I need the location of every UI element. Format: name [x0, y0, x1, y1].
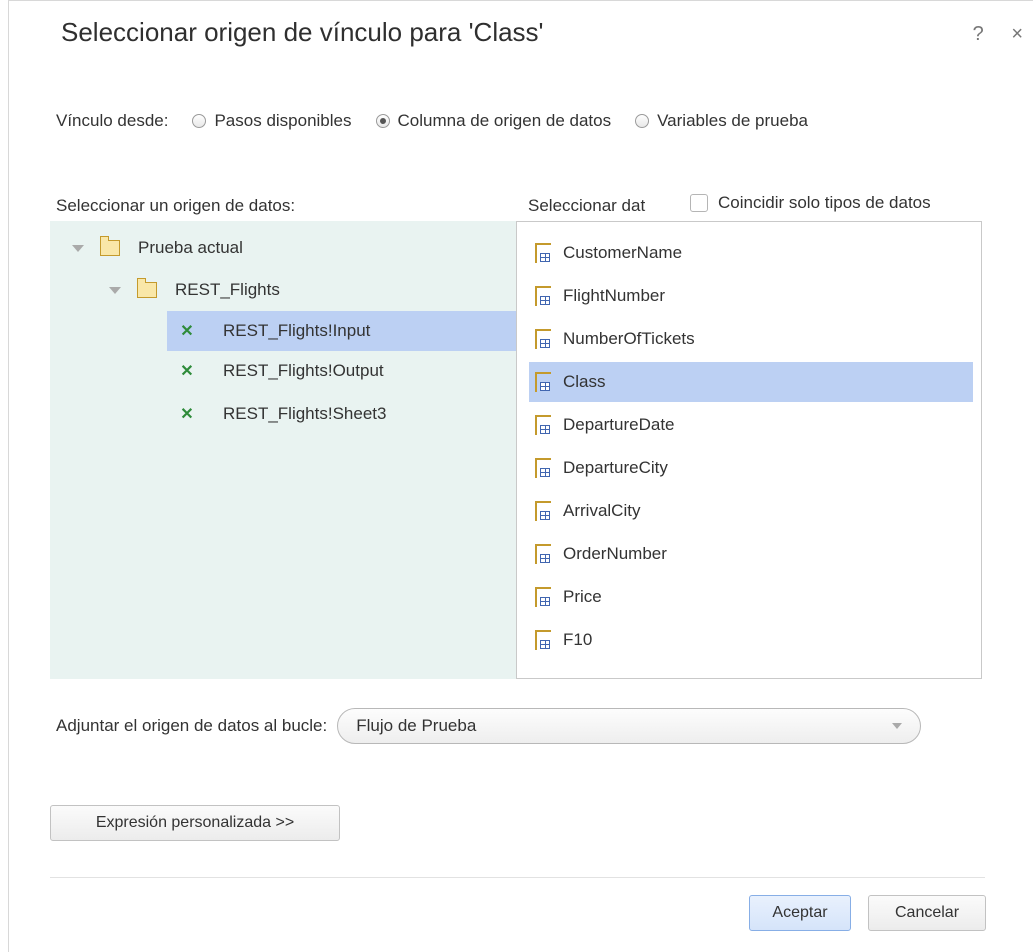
column-field-icon [535, 243, 551, 263]
field-item-departuredate[interactable]: DepartureDate [529, 405, 973, 445]
match-types-checkbox[interactable]: Coincidir solo tipos de datos [690, 193, 931, 213]
tree-item-rest-flights[interactable]: REST_Flights [109, 270, 280, 310]
radio-circle[interactable] [192, 114, 207, 128]
column-field-icon [535, 630, 551, 650]
field-item-f10[interactable]: F10 [529, 620, 973, 660]
footer-divider [50, 877, 985, 878]
radio-circle[interactable] [635, 114, 650, 128]
field-label: FlightNumber [563, 286, 666, 305]
select-data-label: Seleccionar dat [528, 196, 646, 215]
loop-select-dropdown[interactable]: Flujo de Prueba [337, 708, 922, 744]
checkbox-box[interactable] [690, 194, 708, 212]
tree-item-output-sheet[interactable]: ✕ REST_Flights!Output [179, 351, 384, 391]
attach-loop-row: Adjuntar el origen de datos al bucle: Fl… [56, 708, 922, 744]
column-field-icon [535, 458, 551, 478]
tree-item-label: REST_Flights!Input [223, 321, 371, 340]
loop-select-value: Flujo de Prueba [356, 716, 477, 735]
column-field-icon [535, 329, 551, 349]
select-datasource-label: Seleccionar un origen de datos: [56, 196, 296, 215]
tree-item-sheet3[interactable]: ✕ REST_Flights!Sheet3 [179, 394, 386, 434]
field-label: F10 [563, 630, 593, 649]
column-field-icon [535, 587, 551, 607]
custom-expression-button[interactable]: Expresión personalizada >> [50, 805, 340, 841]
field-item-departurecity[interactable]: DepartureCity [529, 448, 973, 488]
dialog-title: Seleccionar origen de vínculo para 'Clas… [61, 17, 544, 47]
tree-item-label: REST_Flights!Output [223, 361, 384, 380]
field-item-ordernumber[interactable]: OrderNumber [529, 534, 973, 574]
excel-sheet-icon: ✕ [180, 323, 194, 340]
cancel-button[interactable]: Cancelar [868, 895, 986, 931]
title-actions: ? × [951, 23, 1023, 46]
field-item-numberoftickets[interactable]: NumberOfTickets [529, 319, 973, 359]
field-label: Price [563, 587, 602, 606]
tree-item-label: Prueba actual [138, 238, 243, 257]
column-field-icon [535, 501, 551, 521]
excel-sheet-icon: ✕ [180, 406, 194, 423]
tree-item-current-test[interactable]: Prueba actual [72, 228, 243, 268]
close-button[interactable]: × [1011, 23, 1023, 45]
ok-button[interactable]: Aceptar [749, 895, 851, 931]
datasource-tree: Prueba actual REST_Flights ✕ REST_Flight… [50, 221, 516, 679]
field-label: DepartureDate [563, 415, 675, 434]
folder-icon [100, 236, 120, 256]
match-types-label: Coincidir solo tipos de datos [718, 193, 931, 212]
field-item-customername[interactable]: CustomerName [529, 233, 973, 273]
tree-item-input-sheet[interactable]: ✕ REST_Flights!Input [167, 311, 516, 351]
radio-test-variables[interactable]: Variables de prueba [635, 111, 808, 131]
field-item-price[interactable]: Price [529, 577, 973, 617]
tree-item-label: REST_Flights!Sheet3 [223, 404, 387, 423]
field-item-flightnumber[interactable]: FlightNumber [529, 276, 973, 316]
field-label: CustomerName [563, 243, 683, 262]
tree-item-label: REST_Flights [175, 280, 280, 299]
radio-datasource-column[interactable]: Columna de origen de datos [375, 111, 612, 131]
column-field-icon [535, 544, 551, 564]
expand-arrow-icon[interactable] [72, 244, 84, 252]
help-button[interactable]: ? [973, 23, 984, 45]
excel-sheet-icon: ✕ [180, 363, 194, 380]
radio-circle-selected[interactable] [375, 114, 390, 128]
radio-available-steps[interactable]: Pasos disponibles [192, 111, 352, 131]
radio-label: Pasos disponibles [214, 111, 352, 130]
field-label: Class [563, 372, 606, 391]
column-field-icon [535, 415, 551, 435]
radio-label: Variables de prueba [657, 111, 808, 130]
field-item-class[interactable]: Class [529, 362, 973, 402]
field-item-arrivalcity[interactable]: ArrivalCity [529, 491, 973, 531]
expand-arrow-icon[interactable] [109, 286, 121, 294]
attach-loop-label: Adjuntar el origen de datos al bucle: [56, 716, 328, 735]
link-from-row: Vínculo desde: Pasos disponibles Columna… [56, 111, 808, 131]
column-field-icon [535, 372, 551, 392]
radio-label: Columna de origen de datos [397, 111, 612, 130]
field-label: OrderNumber [563, 544, 667, 563]
data-field-list: CustomerName FlightNumber NumberOfTicket… [516, 221, 982, 679]
column-field-icon [535, 286, 551, 306]
field-label: NumberOfTickets [563, 329, 695, 348]
chevron-down-icon[interactable] [892, 723, 903, 729]
folder-icon [137, 278, 157, 298]
field-label: ArrivalCity [563, 501, 641, 520]
field-label: DepartureCity [563, 458, 668, 477]
link-from-label: Vínculo desde: [56, 111, 169, 130]
